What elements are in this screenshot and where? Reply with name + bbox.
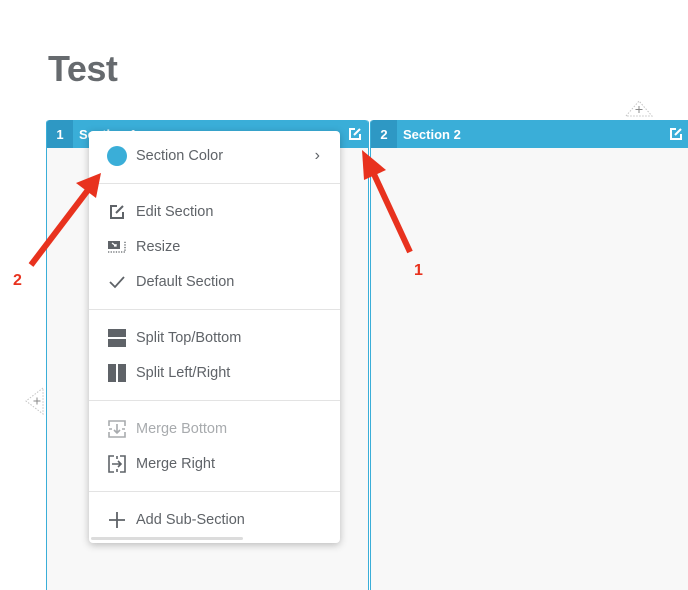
section-2[interactable]: 2 Section 2 — [370, 120, 688, 590]
menu-item-split-top-bottom[interactable]: Split Top/Bottom — [89, 320, 340, 355]
color-swatch-icon — [107, 145, 127, 166]
menu-item-label: Merge Bottom — [136, 420, 228, 437]
menu-item-label: Add Sub-Section — [136, 511, 245, 528]
plus-icon — [109, 511, 125, 528]
chevron-right-icon: › — [314, 146, 320, 164]
annotation-label-2: 2 — [13, 272, 22, 289]
edit-icon — [670, 128, 682, 140]
menu-item-label: Default Section — [136, 273, 235, 290]
menu-item-add-sub-section[interactable]: Add Sub-Section — [89, 502, 340, 537]
page-title: Test — [48, 48, 118, 89]
menu-item-merge-right[interactable]: Merge Right — [89, 446, 340, 481]
menu-item-section-color[interactable]: Section Color › — [89, 138, 340, 173]
menu-item-label: Section Color — [136, 147, 224, 164]
menu-item-label: Resize — [136, 238, 181, 255]
section-2-header[interactable]: 2 Section 2 — [371, 120, 688, 148]
section-number: 1 — [47, 120, 73, 148]
merge-bottom-icon — [108, 419, 126, 438]
merge-right-icon — [108, 454, 126, 473]
menu-item-merge-bottom: Merge Bottom — [89, 411, 340, 446]
edit-icon — [110, 204, 124, 219]
section-1-edit-button[interactable] — [342, 120, 368, 148]
split-top-bottom-icon — [108, 328, 126, 347]
annotation-label-1: 1 — [414, 262, 423, 279]
section-number: 2 — [371, 120, 397, 148]
menu-item-label: Split Left/Right — [136, 364, 231, 381]
menu-item-split-left-right[interactable]: Split Left/Right — [89, 355, 340, 390]
menu-item-label: Merge Right — [136, 455, 215, 472]
checkmark-icon — [109, 275, 125, 288]
menu-item-label: Edit Section — [136, 203, 214, 220]
menu-item-label: Split Top/Bottom — [136, 329, 242, 346]
section-2-edit-button[interactable] — [663, 120, 688, 148]
add-section-left-button[interactable] — [24, 386, 44, 416]
menu-item-default-section[interactable]: Default Section — [89, 264, 340, 299]
split-left-right-icon — [108, 363, 126, 382]
menu-item-edit-section[interactable]: Edit Section — [89, 194, 340, 229]
section-title: Section 2 — [403, 126, 461, 142]
edit-icon — [349, 128, 361, 140]
resize-icon — [108, 240, 126, 253]
menu-item-resize[interactable]: Resize — [89, 229, 340, 264]
menu-horizontal-scrollbar[interactable] — [91, 537, 243, 540]
section-context-menu: Section Color › Edit Section Resize Defa… — [89, 131, 340, 543]
add-section-top-button[interactable] — [624, 99, 654, 117]
